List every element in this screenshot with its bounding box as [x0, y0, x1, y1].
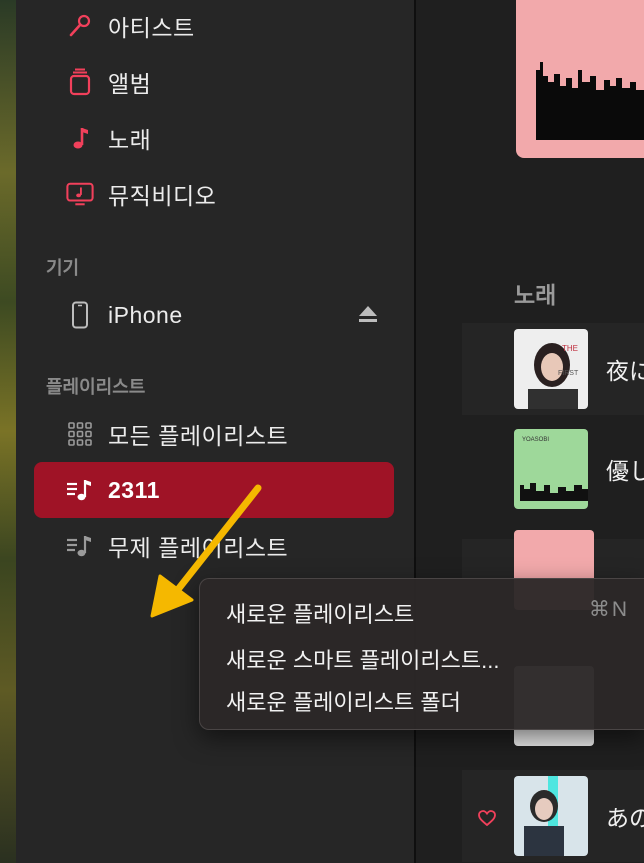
- song-title: 夜に: [606, 358, 644, 384]
- devices-section-header: 기기: [46, 258, 80, 278]
- sidebar: 아티스트 앨범 노래 뮤직비디오 기기 iPhone 플레이리스트 모든 플레이…: [16, 0, 414, 863]
- sidebar-item-songs[interactable]: 노래: [34, 114, 394, 162]
- sidebar-item-label: 2311: [108, 476, 160, 503]
- iphone-icon: [66, 301, 94, 329]
- album-icon: [66, 68, 94, 96]
- microphone-icon: [66, 12, 94, 40]
- svg-text:YOASOBI: YOASOBI: [522, 437, 549, 443]
- menu-item-label: 새로운 플레이리스트 폴더: [226, 690, 461, 715]
- song-row[interactable]: YOASOBI 優し: [462, 423, 644, 515]
- song-artwork: [514, 776, 588, 856]
- playlist-icon: [66, 476, 94, 504]
- heart-icon[interactable]: [478, 810, 496, 831]
- svg-text:FIRST: FIRST: [558, 370, 579, 377]
- sidebar-item-label: 앨범: [108, 71, 152, 97]
- songs-section-heading: 노래: [514, 282, 557, 308]
- song-title: 優し: [606, 458, 644, 484]
- sidebar-item-untitled-playlist[interactable]: 무제 플레이리스트: [34, 522, 394, 570]
- menu-item-label: 새로운 스마트 플레이리스트...: [226, 648, 500, 673]
- sidebar-item-label: 아티스트: [108, 15, 195, 41]
- grid-icon: [66, 420, 94, 448]
- playlist-icon: [66, 532, 94, 560]
- menu-item-label: 새로운 플레이리스트: [226, 602, 415, 627]
- song-artwork: YOASOBI: [514, 429, 588, 509]
- song-artwork: THE FIRST: [514, 329, 588, 409]
- song-row[interactable]: THE FIRST 夜に: [462, 323, 644, 415]
- sidebar-item-music-videos[interactable]: 뮤직비디오: [34, 170, 394, 218]
- svg-text:THE: THE: [562, 344, 578, 353]
- song-title: あの: [606, 805, 644, 831]
- sidebar-item-label: 무제 플레이리스트: [108, 535, 289, 561]
- sidebar-item-label: 노래: [108, 127, 152, 153]
- playlists-section-header: 플레이리스트: [46, 377, 146, 397]
- menu-item-new-playlist[interactable]: 새로운 플레이리스트: [226, 597, 414, 629]
- music-video-icon: [66, 180, 94, 208]
- sidebar-item-albums[interactable]: 앨범: [34, 58, 394, 106]
- eject-icon[interactable]: [358, 305, 378, 328]
- menu-item-new-smart-playlist[interactable]: 새로운 스마트 플레이리스트...: [226, 643, 499, 675]
- desktop-background: [0, 0, 16, 863]
- menu-item-new-playlist-folder[interactable]: 새로운 플레이리스트 폴더: [226, 685, 461, 717]
- sidebar-item-artists[interactable]: 아티스트: [34, 2, 394, 50]
- context-menu: 새로운 플레이리스트 ⌘N 새로운 스마트 플레이리스트... 새로운 플레이리…: [199, 578, 644, 730]
- music-note-icon: [66, 124, 94, 152]
- sidebar-item-label: 뮤직비디오: [108, 183, 217, 209]
- sidebar-item-all-playlists[interactable]: 모든 플레이리스트: [34, 410, 394, 458]
- sidebar-item-label: 모든 플레이리스트: [108, 423, 289, 449]
- sidebar-item-label: iPhone: [108, 301, 183, 328]
- main-content: 노래 THE FIRST 夜に YOASOBI 優し あの: [416, 0, 644, 863]
- sidebar-item-iphone[interactable]: iPhone: [34, 291, 394, 339]
- menu-item-shortcut: ⌘N: [588, 598, 629, 621]
- album-artwork[interactable]: [516, 0, 644, 158]
- sidebar-item-playlist-2311[interactable]: 2311: [34, 462, 394, 518]
